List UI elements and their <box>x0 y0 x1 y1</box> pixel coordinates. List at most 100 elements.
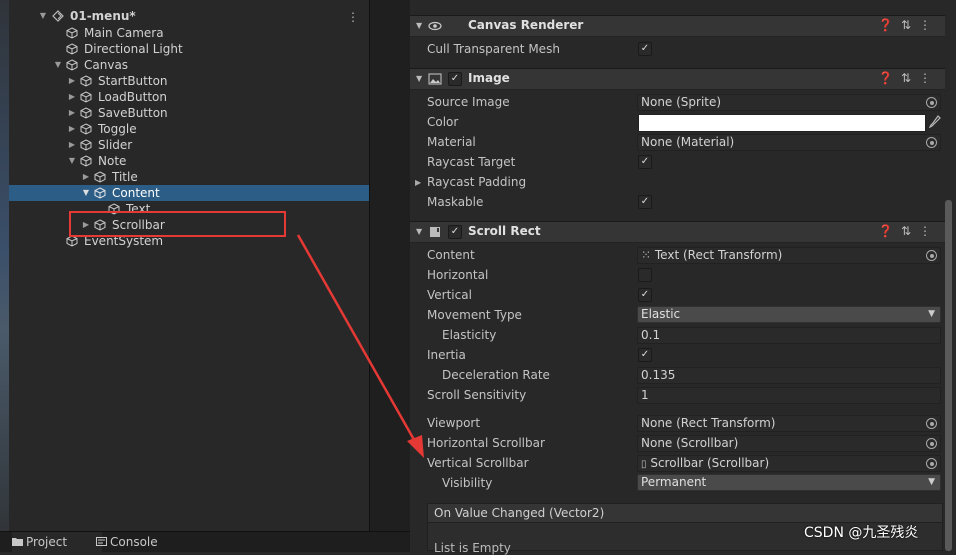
hierarchy-item-main-camera[interactable]: Main Camera <box>9 25 369 41</box>
foldout-arrow-icon[interactable]: ▼ <box>81 185 91 201</box>
content-label: Content <box>427 248 475 262</box>
object-picker-icon[interactable] <box>926 458 937 469</box>
visibility-label: Visibility <box>442 476 493 490</box>
elasticity-label: Elasticity <box>442 328 497 342</box>
hierarchy-item-slider[interactable]: ▶ Slider <box>9 137 369 153</box>
source-image-field[interactable]: None (Sprite) <box>637 94 941 111</box>
cull-transparent-mesh-label: Cull Transparent Mesh <box>427 42 560 56</box>
component-enabled-checkbox[interactable]: ✓ <box>448 72 462 86</box>
hierarchy-item-directional-light[interactable]: Directional Light <box>9 41 369 57</box>
tab-project-label: Project <box>26 535 68 549</box>
foldout-arrow-icon[interactable]: ▶ <box>67 105 77 121</box>
component-header-icons[interactable]: ❓⇅⋮ <box>878 224 939 238</box>
vertical-scrollbar-value: Scrollbar (Scrollbar) <box>650 456 770 470</box>
foldout-arrow-icon[interactable]: ▶ <box>415 178 421 187</box>
scroll-sensitivity-value: 1 <box>641 388 649 402</box>
hierarchy-item-savebutton[interactable]: ▶ SaveButton <box>9 105 369 121</box>
component-header-icons[interactable]: ❓⇅⋮ <box>878 71 939 85</box>
foldout-arrow-icon[interactable]: ▶ <box>67 89 77 105</box>
object-picker-icon[interactable] <box>926 250 937 261</box>
object-picker-icon[interactable] <box>926 438 937 449</box>
foldout-arrow-icon[interactable]: ▼ <box>416 21 422 30</box>
vertical-scrollbar-label: Vertical Scrollbar <box>427 456 529 470</box>
cull-transparent-mesh-checkbox[interactable]: ✓ <box>638 42 652 56</box>
component-enabled-checkbox[interactable]: ✓ <box>448 225 462 239</box>
more-options-icon[interactable]: ⋮ <box>919 18 939 32</box>
vertical-checkbox[interactable]: ✓ <box>638 288 652 302</box>
color-swatch[interactable] <box>638 114 926 132</box>
raycast-padding-label[interactable]: Raycast Padding <box>427 175 526 189</box>
watermark: CSDN @九圣残炎 <box>804 525 919 541</box>
scene-root-row[interactable]: ▼ 01-menu* <box>9 8 369 24</box>
raycast-target-checkbox[interactable]: ✓ <box>638 155 652 169</box>
gameobject-cube-icon <box>94 187 106 199</box>
gameobject-cube-icon <box>80 155 92 167</box>
hierarchy-item-canvas[interactable]: ▼ Canvas <box>9 57 369 73</box>
component-header-icons[interactable]: ❓⇅⋮ <box>878 18 939 32</box>
hierarchy-item-toggle[interactable]: ▶ Toggle <box>9 121 369 137</box>
hierarchy-item-label: SaveButton <box>98 106 168 120</box>
foldout-arrow-icon[interactable]: ▼ <box>67 153 77 169</box>
tab-console[interactable]: Console <box>96 532 190 552</box>
eyedropper-icon[interactable] <box>929 115 941 129</box>
source-image-value: None (Sprite) <box>641 95 722 109</box>
unity-scene-icon <box>52 10 64 22</box>
object-picker-icon[interactable] <box>926 97 937 108</box>
hierarchy-item-label: Note <box>98 154 127 168</box>
eye-icon <box>428 21 442 31</box>
hierarchy-item-label: Slider <box>98 138 133 152</box>
elasticity-input[interactable]: 0.1 <box>637 327 941 344</box>
raycast-target-label: Raycast Target <box>427 155 516 169</box>
hierarchy-item-title[interactable]: ▶ Title <box>9 169 369 185</box>
component-title: Canvas Renderer <box>468 18 584 32</box>
foldout-arrow-icon[interactable]: ▼ <box>416 74 422 83</box>
horizontal-scrollbar-field[interactable]: None (Scrollbar) <box>637 435 941 452</box>
bottom-tab-bar: Project Console <box>0 531 410 552</box>
panel-divider[interactable] <box>369 0 370 531</box>
object-picker-icon[interactable] <box>926 137 937 148</box>
presets-icon[interactable]: ⇅ <box>901 71 919 85</box>
hierarchy-item-content[interactable]: ▼ Content <box>9 185 369 201</box>
foldout-arrow-icon[interactable]: ▼ <box>38 8 48 24</box>
vertical-scrollbar-field[interactable]: ▯ Scrollbar (Scrollbar) <box>637 455 941 472</box>
folder-icon <box>12 538 23 546</box>
foldout-arrow-icon[interactable]: ▶ <box>81 169 91 185</box>
deceleration-rate-input[interactable]: 0.135 <box>637 367 941 384</box>
gameobject-cube-icon <box>66 59 78 71</box>
foldout-arrow-icon[interactable]: ▶ <box>67 121 77 137</box>
movement-type-dropdown[interactable]: Elastic ▼ <box>637 306 941 323</box>
viewport-field[interactable]: None (Rect Transform) <box>637 415 941 432</box>
object-picker-icon[interactable] <box>926 418 937 429</box>
inspector-scrollbar[interactable] <box>945 200 952 551</box>
horizontal-checkbox[interactable] <box>638 268 652 282</box>
help-icon[interactable]: ❓ <box>878 224 901 238</box>
help-icon[interactable]: ❓ <box>878 18 901 32</box>
hierarchy-item-startbutton[interactable]: ▶ StartButton <box>9 73 369 89</box>
hierarchy-item-note[interactable]: ▼ Note <box>9 153 369 169</box>
foldout-arrow-icon[interactable]: ▼ <box>416 227 422 236</box>
more-options-icon[interactable]: ⋮ <box>347 10 359 24</box>
maskable-checkbox[interactable]: ✓ <box>638 195 652 209</box>
foldout-arrow-icon[interactable]: ▶ <box>67 73 77 89</box>
foldout-arrow-icon[interactable]: ▼ <box>53 57 63 73</box>
component-header-canvas-renderer[interactable]: ▼ Canvas Renderer ❓⇅⋮ <box>410 15 945 37</box>
component-header-image[interactable]: ▼ ✓ Image ❓⇅⋮ <box>410 68 945 90</box>
presets-icon[interactable]: ⇅ <box>901 224 919 238</box>
help-icon[interactable]: ❓ <box>878 71 901 85</box>
scroll-sensitivity-input[interactable]: 1 <box>637 387 941 404</box>
tab-project[interactable]: Project <box>12 532 102 552</box>
hierarchy-item-label: LoadButton <box>98 90 167 104</box>
horizontal-scrollbar-value: None (Scrollbar) <box>641 436 739 450</box>
presets-icon[interactable]: ⇅ <box>901 18 919 32</box>
panel-gutter <box>369 0 410 531</box>
component-header-scroll-rect[interactable]: ▼ ✓ Scroll Rect ❓⇅⋮ <box>410 221 945 243</box>
more-options-icon[interactable]: ⋮ <box>919 71 939 85</box>
visibility-dropdown[interactable]: Permanent ▼ <box>637 474 941 491</box>
hierarchy-item-loadbutton[interactable]: ▶ LoadButton <box>9 89 369 105</box>
hierarchy-item-label: Title <box>112 170 138 184</box>
more-options-icon[interactable]: ⋮ <box>919 224 939 238</box>
material-field[interactable]: None (Material) <box>637 134 941 151</box>
inertia-checkbox[interactable]: ✓ <box>638 348 652 362</box>
content-field[interactable]: ⁙ Text (Rect Transform) <box>637 247 941 264</box>
foldout-arrow-icon[interactable]: ▶ <box>67 137 77 153</box>
